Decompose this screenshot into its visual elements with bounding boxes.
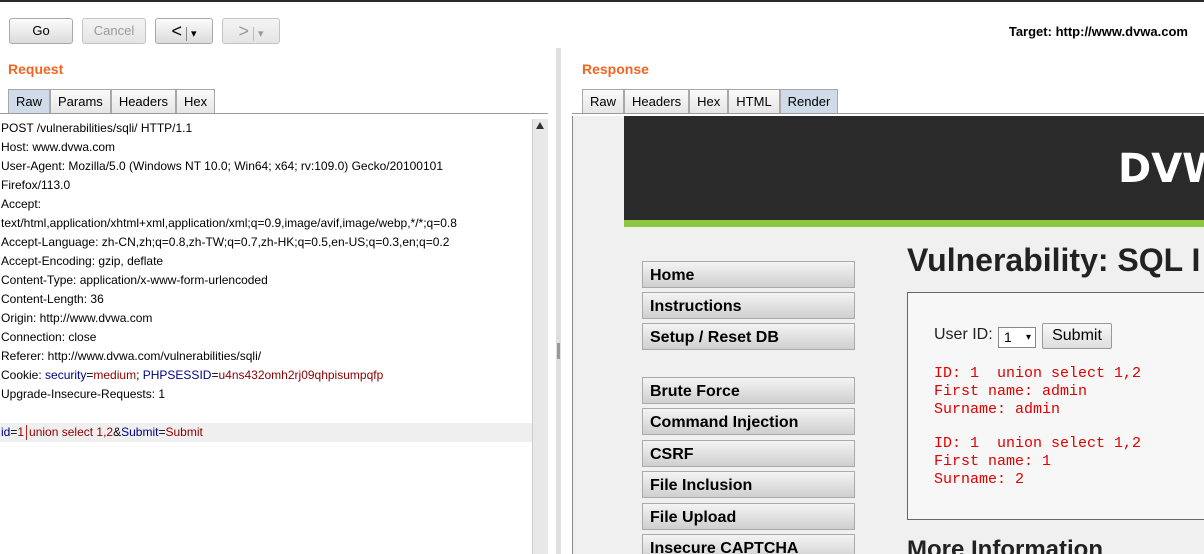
submit-button[interactable]: Submit: [1042, 323, 1112, 349]
request-line: Host: www.dvwa.com: [1, 140, 116, 154]
menu-setup-reset-db[interactable]: Setup / Reset DB: [642, 323, 855, 350]
body-value-submit: Submit: [165, 425, 203, 439]
rendered-page: DVW Home Instructions Setup / Reset DB B…: [572, 116, 1204, 554]
tab-raw[interactable]: Raw: [8, 89, 51, 113]
request-body-line: id=1 union select 1,2&Submit=Submit: [0, 423, 532, 442]
request-line: Accept-Language: zh-CN,zh;q=0.8,zh-TW;q=…: [1, 235, 450, 249]
request-tabs: Raw Params Headers Hex: [8, 89, 216, 113]
dvwa-logo: DVW: [1118, 146, 1204, 192]
forward-arrow-icon: >: [238, 21, 249, 41]
result-first-name: First name: admin: [934, 383, 1088, 400]
chevron-down-icon[interactable]: ▾: [191, 28, 197, 40]
cookie-key-phpsessid: PHPSESSID: [142, 368, 212, 382]
scroll-up-icon[interactable]: [536, 122, 544, 129]
menu-instructions[interactable]: Instructions: [642, 292, 855, 319]
target-label: Target:: [1008, 24, 1052, 39]
target-url: http://www.dvwa.com: [1055, 24, 1188, 39]
tab-params[interactable]: Params: [50, 89, 111, 113]
result-first-name: First name: 1: [934, 453, 1052, 470]
tab-underline: [572, 113, 1204, 114]
splitter-grip-icon[interactable]: [557, 343, 560, 359]
panel-splitter[interactable]: [556, 48, 561, 554]
body-injection: union select 1,2: [29, 425, 114, 439]
menu-brute-force[interactable]: Brute Force: [642, 377, 855, 404]
tab-raw[interactable]: Raw: [582, 89, 625, 113]
response-tabs: Raw Headers Hex HTML Render: [582, 89, 839, 113]
request-line: Content-Type: application/x-www-form-url…: [1, 273, 268, 287]
request-line: Content-Length: 36: [1, 292, 104, 306]
result-id: ID: 1 union select 1,2: [934, 435, 1142, 452]
page-title: Vulnerability: SQL I: [907, 242, 1201, 278]
user-id-label: User ID:: [934, 326, 993, 343]
tab-render[interactable]: Render: [779, 89, 839, 113]
request-line: Accept-Encoding: gzip, deflate: [1, 254, 164, 268]
target-indicator[interactable]: Target: http://www.dvwa.com: [1009, 24, 1188, 39]
menu-home[interactable]: Home: [642, 261, 855, 288]
chevron-down-icon: ▾: [1025, 332, 1031, 343]
more-information-heading: More Information: [907, 536, 1103, 554]
body-key-id: id: [1, 425, 11, 439]
request-line: Connection: close: [1, 330, 97, 344]
vulnerability-box: User ID: 1 ▾ Submit ID: 1 union select 1…: [907, 292, 1204, 520]
cookie-line: Cookie: security=medium; PHPSESSID=u4ns4…: [0, 366, 532, 385]
tab-headers[interactable]: Headers: [110, 89, 176, 113]
dvwa-header: [624, 116, 1204, 220]
tab-hex[interactable]: Hex: [175, 89, 216, 113]
tab-headers[interactable]: Headers: [624, 89, 690, 113]
go-button[interactable]: Go: [9, 18, 73, 44]
cookie-value-phpsessid: u4ns432omh2rj09qhpisumpqfp: [218, 368, 384, 382]
menu-file-upload[interactable]: File Upload: [642, 503, 855, 530]
request-line: Upgrade-Insecure-Requests: 1: [1, 387, 166, 401]
request-line: Accept:: [1, 197, 42, 211]
menu-file-inclusion[interactable]: File Inclusion: [642, 471, 855, 498]
back-arrow-icon: <: [171, 21, 182, 41]
forward-button: > ▾: [222, 18, 280, 44]
cookie-key-security: security: [45, 368, 87, 382]
request-line: text/html,application/xhtml+xml,applicat…: [1, 216, 457, 230]
ampersand: &: [113, 425, 122, 439]
tab-hex[interactable]: Hex: [689, 89, 729, 113]
body-key-submit: Submit: [121, 425, 159, 439]
cancel-button: Cancel: [82, 18, 146, 44]
request-line: Referer: http://www.dvwa.com/vulnerabili…: [1, 349, 262, 363]
chevron-down-icon: ▾: [257, 28, 264, 40]
request-title: Request: [8, 61, 64, 77]
equals: =: [158, 425, 166, 439]
result-id: ID: 1 union select 1,2: [934, 365, 1142, 382]
response-title: Response: [582, 61, 649, 77]
request-line: User-Agent: Mozilla/5.0 (Windows NT 10.0…: [1, 159, 443, 173]
request-editor[interactable]: POST /vulnerabilities/sqli/ HTTP/1.1 Hos…: [0, 119, 532, 554]
result-surname: Surname: 2: [934, 471, 1025, 488]
cookie-separator: ;: [136, 368, 143, 382]
window-top-border: [0, 0, 1204, 2]
text-caret: [26, 425, 28, 441]
result-block-2: ID: 1 union select 1,2 First name: 1 Sur…: [934, 435, 1141, 489]
tab-html[interactable]: HTML: [728, 89, 780, 113]
menu-command-injection[interactable]: Command Injection: [642, 408, 855, 435]
tab-underline: [0, 113, 548, 114]
request-line: POST /vulnerabilities/sqli/ HTTP/1.1: [1, 121, 193, 135]
back-button[interactable]: < ▾: [155, 18, 213, 44]
cookie-value-security: medium: [93, 368, 137, 382]
request-line: Origin: http://www.dvwa.com: [1, 311, 153, 325]
result-surname: Surname: admin: [934, 401, 1061, 418]
request-line: Firefox/113.0: [1, 178, 71, 192]
result-block-1: ID: 1 union select 1,2 First name: admin…: [934, 365, 1141, 419]
menu-csrf[interactable]: CSRF: [642, 440, 855, 467]
body-value-id: 1: [17, 425, 25, 439]
user-id-select[interactable]: 1 ▾: [998, 327, 1036, 348]
user-id-selected: 1: [1004, 329, 1012, 345]
menu-insecure-captcha[interactable]: Insecure CAPTCHA: [642, 534, 855, 554]
dvwa-header-stripe: [624, 220, 1204, 227]
request-scrollbar[interactable]: [532, 119, 548, 554]
cookie-prefix: Cookie:: [1, 368, 46, 382]
